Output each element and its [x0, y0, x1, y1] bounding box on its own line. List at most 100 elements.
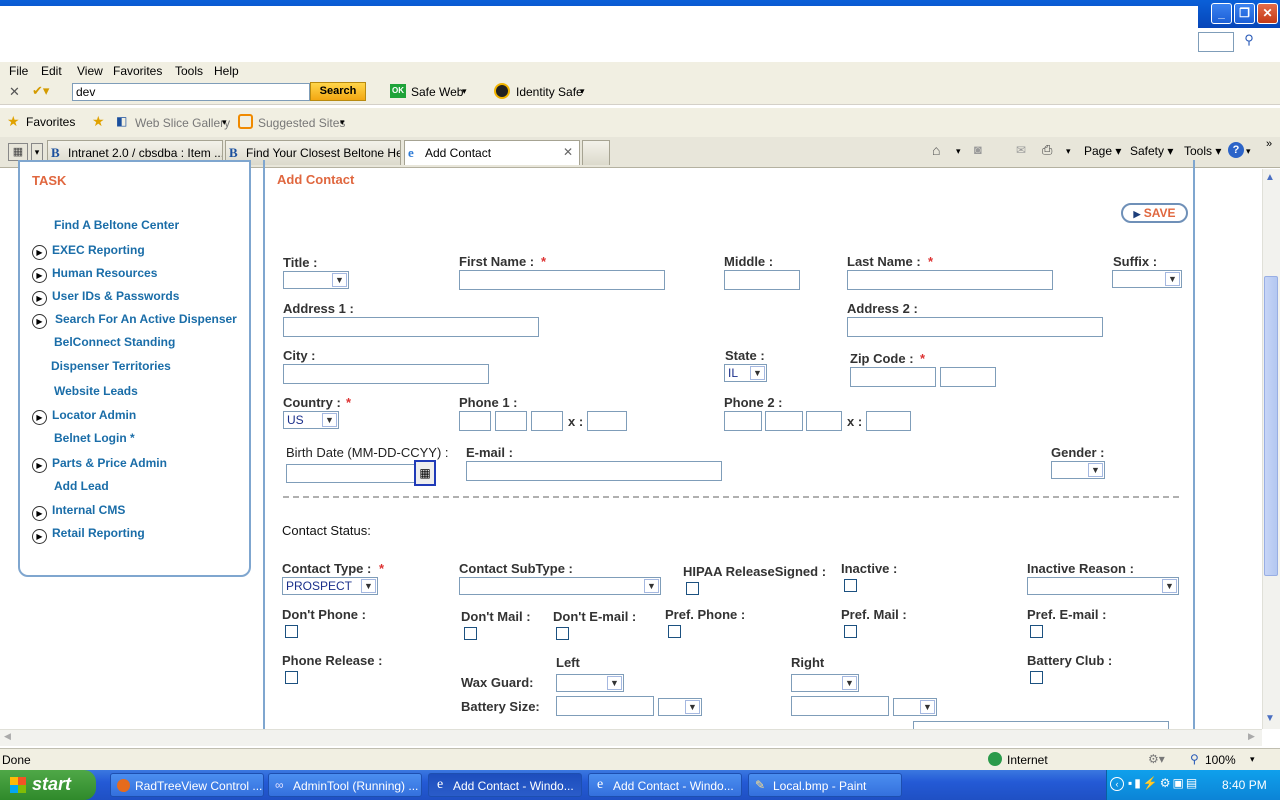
- chevron-down-icon[interactable]: ▾: [340, 117, 345, 128]
- phone1-ext-input[interactable]: [587, 411, 627, 431]
- feeds-icon[interactable]: ◙: [974, 142, 982, 157]
- scrollbar-thumb[interactable]: [1264, 276, 1278, 576]
- phone2-ext-input[interactable]: [866, 411, 911, 431]
- left-battery-size-select[interactable]: ▼: [658, 698, 702, 716]
- help-icon[interactable]: ?: [1228, 142, 1244, 158]
- state-select[interactable]: IL ▼: [724, 364, 767, 382]
- expand-arrow-icon[interactable]: ▶: [32, 291, 47, 306]
- chevron-down-icon[interactable]: ▾: [462, 86, 467, 97]
- mail-icon[interactable]: ✉: [1016, 143, 1026, 157]
- task-dispenser-territories[interactable]: Dispenser Territories: [51, 359, 171, 373]
- chevron-down-icon[interactable]: ▾: [956, 146, 961, 157]
- tab-list-icon[interactable]: ▾: [31, 143, 43, 161]
- left-wax-guard-select[interactable]: ▼: [556, 674, 624, 692]
- suffix-select[interactable]: ▼: [1112, 270, 1182, 288]
- task-belconnect-standing[interactable]: BelConnect Standing: [54, 335, 175, 349]
- menu-help[interactable]: Help: [214, 64, 239, 78]
- close-toolbar-icon[interactable]: ✕: [9, 84, 20, 100]
- chevron-down-icon[interactable]: ▾: [1246, 146, 1251, 157]
- taskbar-radtreeview[interactable]: RadTreeView Control ...: [110, 773, 264, 797]
- search-icon[interactable]: ⚲: [1238, 32, 1260, 52]
- menu-view[interactable]: View: [77, 64, 103, 78]
- phone1-area-input[interactable]: [459, 411, 491, 431]
- favorites-button[interactable]: Favorites: [26, 115, 75, 129]
- phone1-line-input[interactable]: [531, 411, 563, 431]
- task-find-beltone-center[interactable]: Find A Beltone Center: [54, 218, 179, 232]
- task-internal-cms[interactable]: Internal CMS: [52, 503, 125, 517]
- right-battery-size-select[interactable]: ▼: [893, 698, 937, 716]
- add-favorite-icon[interactable]: ★: [92, 113, 105, 130]
- chevron-more-icon[interactable]: »: [1266, 138, 1272, 150]
- phone2-area-input[interactable]: [724, 411, 762, 431]
- menu-file[interactable]: File: [9, 64, 28, 78]
- scroll-down-icon[interactable]: ▼: [1265, 713, 1275, 724]
- scroll-right-icon[interactable]: ▶: [1248, 731, 1255, 742]
- chevron-down-icon[interactable]: ▾: [580, 86, 585, 97]
- calendar-icon[interactable]: ▦: [414, 460, 436, 486]
- chevron-down-icon[interactable]: ▾: [1066, 146, 1071, 157]
- dont-phone-checkbox[interactable]: [285, 625, 298, 638]
- safe-web-button[interactable]: Safe Web: [411, 85, 463, 99]
- chevron-down-icon[interactable]: ▾: [222, 117, 227, 128]
- contact-type-select[interactable]: PROSPECT ▼: [282, 577, 378, 595]
- expand-arrow-icon[interactable]: ▶: [32, 506, 47, 521]
- address2-input[interactable]: [847, 317, 1103, 337]
- right-battery-size-input[interactable]: [791, 696, 889, 716]
- email-input[interactable]: [466, 461, 722, 481]
- dont-email-checkbox[interactable]: [556, 627, 569, 640]
- home-icon[interactable]: ⌂: [932, 142, 940, 158]
- web-slice-gallery-link[interactable]: Web Slice Gallery: [135, 116, 230, 130]
- tools-menu[interactable]: Tools ▾: [1184, 144, 1221, 158]
- taskbar-admintool[interactable]: ∞ AdminTool (Running) ...: [268, 773, 422, 797]
- city-input[interactable]: [283, 364, 489, 384]
- middle-input[interactable]: [724, 270, 800, 290]
- task-locator-admin[interactable]: Locator Admin: [52, 408, 136, 422]
- suggested-sites-link[interactable]: Suggested Sites: [258, 116, 345, 130]
- country-select[interactable]: US ▼: [283, 411, 339, 429]
- contact-subtype-select[interactable]: ▼: [459, 577, 661, 595]
- birth-date-input[interactable]: [286, 464, 416, 483]
- expand-arrow-icon[interactable]: ▶: [32, 245, 47, 260]
- phone1-prefix-input[interactable]: [495, 411, 527, 431]
- start-button[interactable]: start: [0, 770, 96, 800]
- minimize-button[interactable]: _: [1211, 3, 1232, 24]
- safety-menu[interactable]: Safety ▾: [1130, 144, 1173, 158]
- inactive-checkbox[interactable]: [844, 579, 857, 592]
- chevron-down-icon[interactable]: ▾: [1250, 754, 1255, 765]
- menu-favorites[interactable]: Favorites: [113, 64, 162, 78]
- expand-arrow-icon[interactable]: ▶: [32, 458, 47, 473]
- phone-release-checkbox[interactable]: [285, 671, 298, 684]
- first-name-input[interactable]: [459, 270, 665, 290]
- task-user-ids-passwords[interactable]: User IDs & Passwords: [52, 289, 179, 303]
- task-exec-reporting[interactable]: EXEC Reporting: [52, 243, 145, 257]
- inactive-reason-select[interactable]: ▼: [1027, 577, 1179, 595]
- task-human-resources[interactable]: Human Resources: [52, 266, 157, 280]
- menu-tools[interactable]: Tools: [175, 64, 203, 78]
- protected-mode-icon[interactable]: ⚙▾: [1148, 752, 1165, 766]
- partial-input[interactable]: [913, 721, 1169, 729]
- task-belnet-login[interactable]: Belnet Login *: [54, 431, 135, 445]
- task-retail-reporting[interactable]: Retail Reporting: [52, 526, 145, 540]
- gender-select[interactable]: ▼: [1051, 461, 1105, 479]
- taskbar-paint[interactable]: ✎ Local.bmp - Paint: [748, 773, 902, 797]
- horizontal-scrollbar[interactable]: [0, 729, 1262, 746]
- right-wax-guard-select[interactable]: ▼: [791, 674, 859, 692]
- taskbar-add-contact-2[interactable]: e Add Contact - Windo...: [588, 773, 742, 797]
- checkmark-icon[interactable]: ✔▾: [32, 83, 49, 99]
- zip-code-input[interactable]: [850, 367, 936, 387]
- clock[interactable]: 8:40 PM: [1222, 778, 1267, 792]
- title-select[interactable]: ▼: [283, 271, 349, 289]
- menu-edit[interactable]: Edit: [41, 64, 62, 78]
- left-battery-size-input[interactable]: [556, 696, 654, 716]
- address1-input[interactable]: [283, 317, 539, 337]
- phone2-line-input[interactable]: [806, 411, 842, 431]
- pref-phone-checkbox[interactable]: [668, 625, 681, 638]
- save-button[interactable]: ▶ SAVE: [1121, 203, 1188, 223]
- close-button[interactable]: ✕: [1257, 3, 1278, 24]
- task-add-lead[interactable]: Add Lead: [54, 479, 109, 493]
- scroll-up-icon[interactable]: ▲: [1265, 172, 1275, 183]
- battery-club-checkbox[interactable]: [1030, 671, 1043, 684]
- expand-arrow-icon[interactable]: ▶: [32, 314, 47, 329]
- expand-arrow-icon[interactable]: ▶: [32, 529, 47, 544]
- last-name-input[interactable]: [847, 270, 1053, 290]
